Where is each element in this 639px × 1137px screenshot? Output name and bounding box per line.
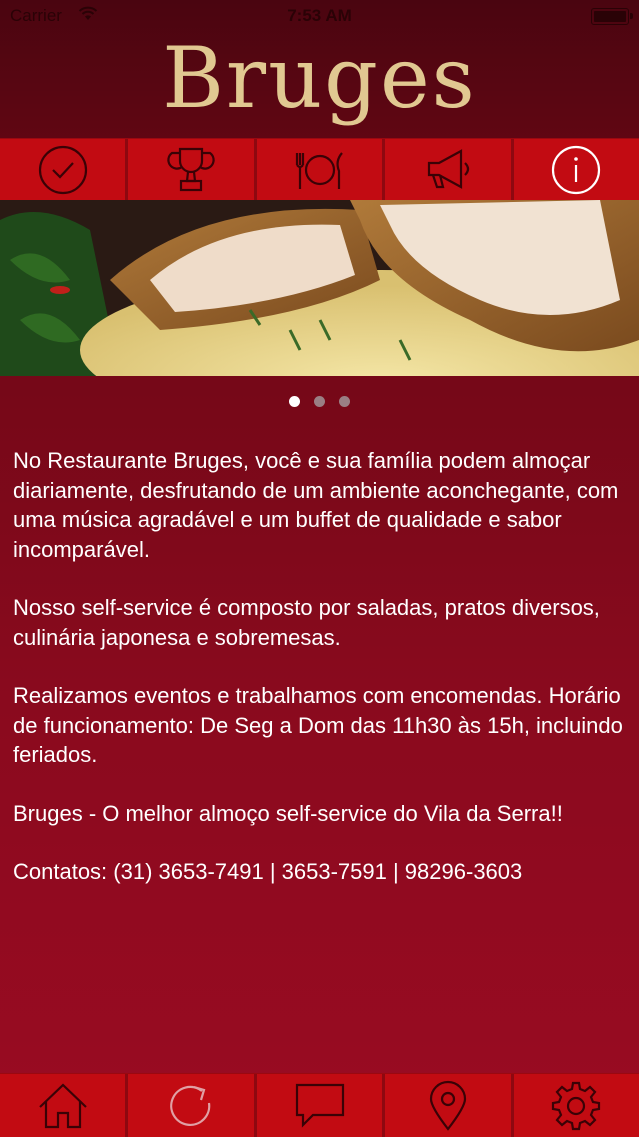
bottom-tab-bar [0, 1073, 639, 1137]
carousel-dot-1[interactable] [289, 396, 300, 407]
chat-icon [295, 1083, 344, 1128]
app-logo: Bruges [162, 29, 477, 127]
carousel-dot-2[interactable] [314, 396, 325, 407]
top-nav-bar [0, 138, 639, 202]
description-paragraph: No Restaurante Bruges, você e sua famíli… [13, 448, 619, 562]
tab-messages[interactable] [257, 1074, 386, 1137]
plate-cutlery-icon [295, 152, 343, 189]
check-circle-icon [38, 145, 87, 195]
description-paragraph: Bruges - O melhor almoço self-service do… [13, 800, 563, 826]
nav-announcements-button[interactable] [385, 139, 514, 201]
nav-check-button[interactable] [0, 139, 129, 201]
location-pin-icon [429, 1080, 467, 1131]
nav-info-button[interactable] [514, 139, 639, 201]
tab-refresh[interactable] [128, 1074, 257, 1137]
home-icon [38, 1082, 87, 1128]
food-photo-carousel[interactable] [0, 200, 639, 376]
nav-trophy-button[interactable] [128, 139, 257, 201]
banner-food-photo [0, 200, 639, 376]
info-icon [552, 145, 601, 195]
tab-settings[interactable] [514, 1074, 639, 1137]
carousel-page-indicator[interactable] [0, 396, 639, 412]
trophy-icon [167, 147, 215, 192]
description-paragraph: Realizamos eventos e trabalhamos com enc… [13, 683, 623, 767]
settings-gear-icon [552, 1081, 601, 1130]
restaurant-description: No Restaurante Bruges, você e sua famíli… [13, 446, 629, 916]
description-paragraph: Nosso self-service é composto por salada… [13, 595, 600, 650]
refresh-icon [170, 1085, 211, 1126]
nav-menu-button[interactable] [257, 139, 386, 201]
contacts-paragraph: Contatos: (31) 3653-7491 | 3653-7591 | 9… [13, 859, 523, 884]
megaphone-icon [427, 149, 470, 189]
carousel-dot-3[interactable] [339, 396, 350, 407]
tab-location[interactable] [385, 1074, 514, 1137]
tab-home[interactable] [0, 1074, 129, 1137]
